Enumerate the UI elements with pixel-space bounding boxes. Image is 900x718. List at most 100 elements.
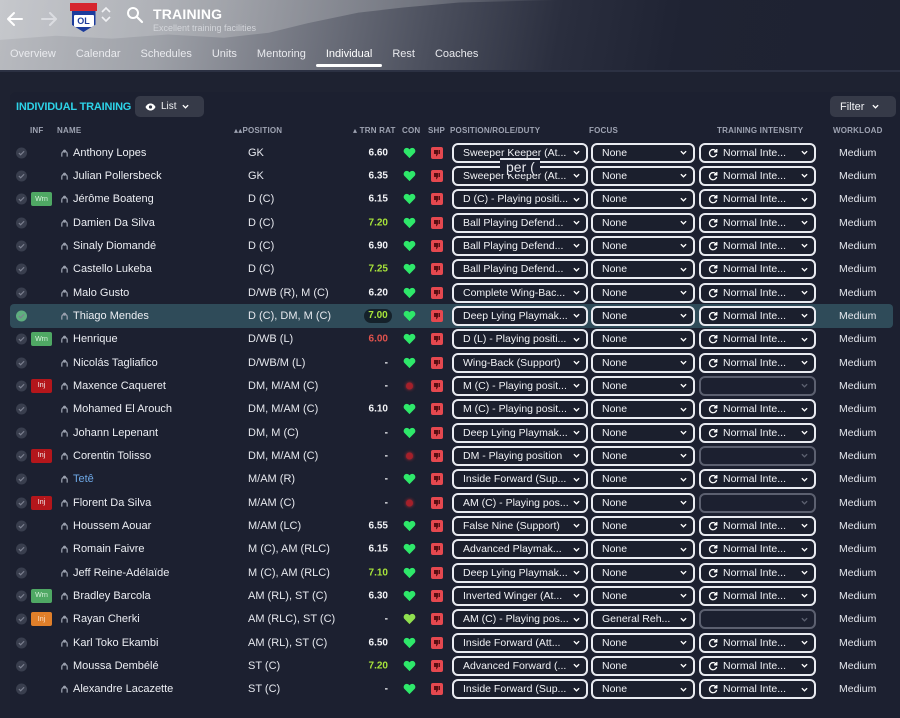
player-name[interactable]: Bradley Barcola [73, 590, 151, 602]
column-inf[interactable]: INF [30, 126, 44, 135]
intensity-dropdown[interactable]: Normal Inte... [699, 539, 816, 560]
select-checkbox[interactable] [16, 590, 27, 602]
role-dropdown[interactable]: Deep Lying Playmak... [452, 562, 588, 583]
focus-dropdown[interactable]: None [591, 375, 695, 396]
view-mode-button[interactable]: List [135, 96, 204, 117]
player-name[interactable]: Rayan Cherki [73, 613, 140, 625]
player-name[interactable]: Malo Gusto [73, 287, 129, 299]
intensity-dropdown[interactable]: Normal Inte... [699, 515, 816, 536]
intensity-dropdown[interactable] [699, 609, 816, 630]
focus-dropdown[interactable]: None [591, 445, 695, 466]
player-name[interactable]: Karl Toko Ekambi [73, 637, 158, 649]
role-dropdown[interactable]: Wing-Back (Support) [452, 352, 588, 373]
player-name[interactable]: Julian Pollersbeck [73, 170, 162, 182]
focus-dropdown[interactable]: None [591, 679, 695, 700]
select-checkbox[interactable] [16, 147, 27, 159]
player-name[interactable]: Sinaly Diomandé [73, 240, 156, 252]
player-name[interactable]: Damien Da Silva [73, 217, 155, 229]
player-name[interactable]: Castello Lukeba [73, 263, 152, 275]
intensity-dropdown[interactable]: Normal Inte... [699, 632, 816, 653]
role-dropdown[interactable]: Inside Forward (Sup... [452, 679, 588, 700]
focus-dropdown[interactable]: None [591, 632, 695, 653]
role-dropdown[interactable]: AM (C) - Playing pos... [452, 609, 588, 630]
tab-units[interactable]: Units [202, 44, 247, 70]
role-dropdown[interactable]: Advanced Forward (... [452, 655, 588, 676]
player-row[interactable]: Castello Lukeba D (C) 7.25 Ball Playing … [10, 258, 893, 281]
select-checkbox[interactable] [16, 427, 27, 439]
tab-coaches[interactable]: Coaches [425, 44, 488, 70]
forward-button[interactable] [36, 6, 62, 32]
select-checkbox[interactable] [16, 520, 27, 532]
select-checkbox[interactable] [16, 287, 27, 299]
role-dropdown[interactable]: Complete Wing-Bac... [452, 282, 588, 303]
focus-dropdown[interactable]: None [591, 259, 695, 280]
column-shp[interactable]: SHP [428, 126, 445, 135]
player-row[interactable]: Inj Corentin Tolisso DM, M/AM (C) - DM -… [10, 444, 893, 467]
select-checkbox[interactable] [16, 380, 27, 392]
select-checkbox[interactable] [16, 450, 27, 462]
player-name[interactable]: Johann Lepenant [73, 427, 158, 439]
player-name[interactable]: Mohamed El Arouch [73, 403, 172, 415]
role-dropdown[interactable]: Inverted Winger (At... [452, 585, 588, 606]
player-name[interactable]: Tetê [73, 473, 94, 485]
intensity-dropdown[interactable]: Normal Inte... [699, 655, 816, 676]
column-focus[interactable]: FOCUS [589, 126, 618, 135]
role-dropdown[interactable]: D (C) - Playing positi... [452, 189, 588, 210]
player-row[interactable]: Tetê M/AM (R) - Inside Forward (Sup... N… [10, 468, 893, 491]
filter-button[interactable]: Filter [830, 96, 896, 117]
intensity-dropdown[interactable]: Normal Inte... [699, 399, 816, 420]
select-checkbox[interactable] [16, 613, 27, 625]
select-checkbox[interactable] [16, 310, 27, 322]
focus-dropdown[interactable]: None [591, 329, 695, 350]
player-name[interactable]: Jérôme Boateng [73, 193, 154, 205]
player-row[interactable]: Thiago Mendes D (C), DM, M (C) 7.00 Deep… [10, 304, 893, 328]
select-checkbox[interactable] [16, 357, 27, 369]
select-checkbox[interactable] [16, 170, 27, 182]
intensity-dropdown[interactable] [699, 492, 816, 513]
focus-dropdown[interactable]: None [591, 539, 695, 560]
role-dropdown[interactable]: Inside Forward (Att... [452, 632, 588, 653]
intensity-dropdown[interactable] [699, 445, 816, 466]
player-name[interactable]: Alexandre Lacazette [73, 683, 173, 695]
select-checkbox[interactable] [16, 497, 27, 509]
role-dropdown[interactable]: DM - Playing position [452, 445, 588, 466]
role-dropdown[interactable]: M (C) - Playing posit... [452, 375, 588, 396]
focus-dropdown[interactable]: None [591, 305, 695, 326]
tab-rest[interactable]: Rest [382, 44, 425, 70]
player-name[interactable]: Houssem Aouar [73, 520, 151, 532]
select-checkbox[interactable] [16, 240, 27, 252]
intensity-dropdown[interactable]: Normal Inte... [699, 469, 816, 490]
select-checkbox[interactable] [16, 567, 27, 579]
focus-dropdown[interactable]: None [591, 515, 695, 536]
select-checkbox[interactable] [16, 263, 27, 275]
select-checkbox[interactable] [16, 543, 27, 555]
role-dropdown[interactable]: Sweeper Keeper (At... [452, 142, 588, 163]
player-name[interactable]: Jeff Reine-Adélaïde [73, 567, 169, 579]
player-name[interactable]: Anthony Lopes [73, 147, 146, 159]
focus-dropdown[interactable]: None [591, 282, 695, 303]
select-checkbox[interactable] [16, 217, 27, 229]
select-checkbox[interactable] [16, 333, 27, 345]
column-name[interactable]: NAME [57, 126, 81, 135]
intensity-dropdown[interactable]: Normal Inte... [699, 329, 816, 350]
player-row[interactable]: Inj Florent Da Silva M/AM (C) - AM (C) -… [10, 491, 893, 514]
focus-dropdown[interactable]: None [591, 585, 695, 606]
player-row[interactable]: Damien Da Silva D (C) 7.20 Ball Playing … [10, 211, 893, 234]
player-name[interactable]: Moussa Dembélé [73, 660, 159, 672]
intensity-dropdown[interactable]: Normal Inte... [699, 305, 816, 326]
intensity-dropdown[interactable]: Normal Inte... [699, 189, 816, 210]
role-dropdown[interactable]: False Nine (Support) [452, 515, 588, 536]
role-dropdown[interactable]: M (C) - Playing posit... [452, 399, 588, 420]
intensity-dropdown[interactable]: Normal Inte... [699, 165, 816, 186]
player-row[interactable]: Julian Pollersbeck GK 6.35 Sweeper Keepe… [10, 164, 893, 187]
role-dropdown[interactable]: Advanced Playmak... [452, 539, 588, 560]
select-checkbox[interactable] [16, 473, 27, 485]
column-con[interactable]: CON [402, 126, 420, 135]
focus-dropdown[interactable]: None [591, 469, 695, 490]
focus-dropdown[interactable]: None [591, 562, 695, 583]
focus-dropdown[interactable]: None [591, 235, 695, 256]
focus-dropdown[interactable]: None [591, 492, 695, 513]
player-row[interactable]: Sinaly Diomandé D (C) 6.90 Ball Playing … [10, 234, 893, 257]
intensity-dropdown[interactable]: Normal Inte... [699, 422, 816, 443]
focus-dropdown[interactable]: None [591, 212, 695, 233]
